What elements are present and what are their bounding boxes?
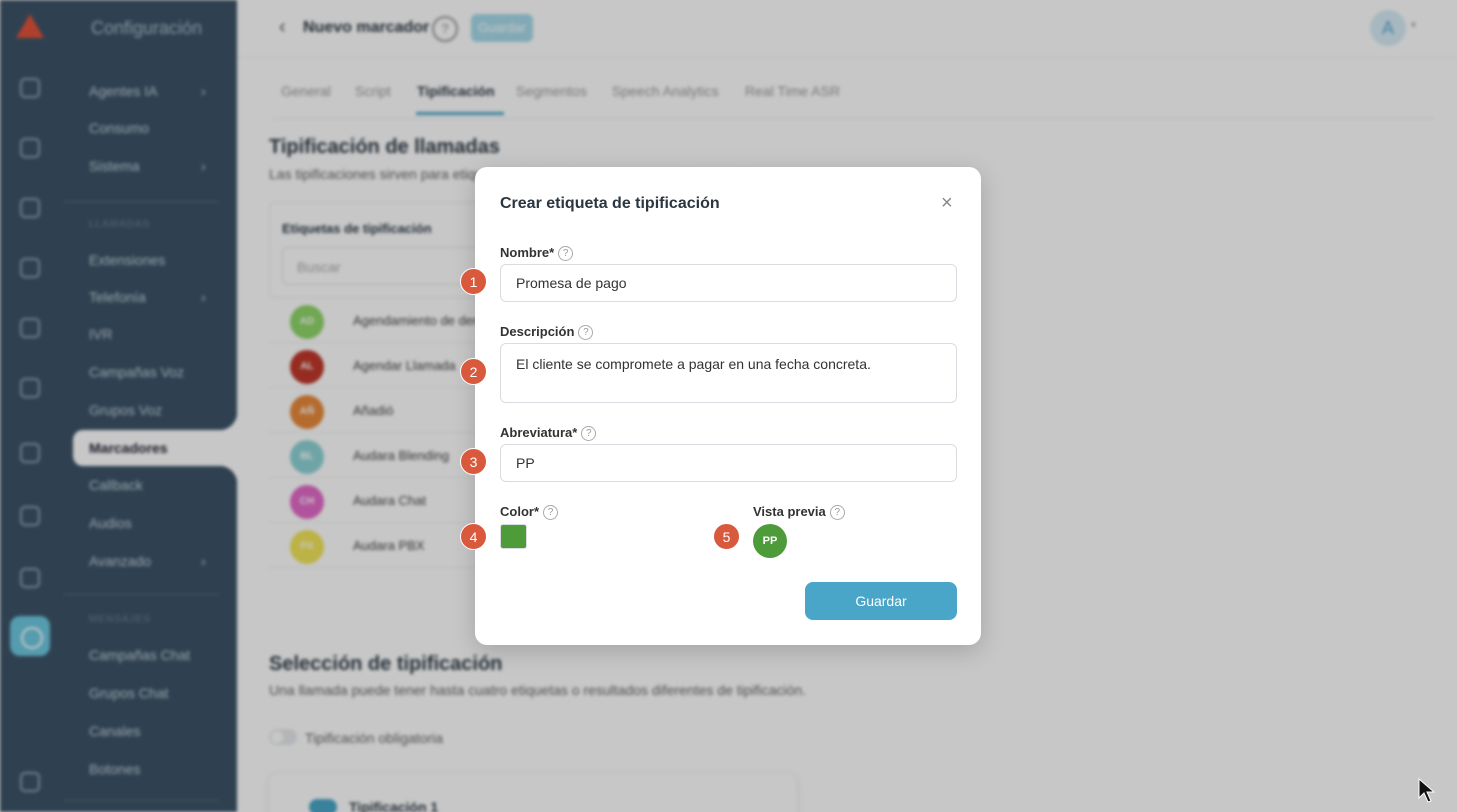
dialog-title: Crear etiqueta de tipificación: [500, 195, 720, 212]
close-icon[interactable]: ×: [941, 192, 953, 215]
help-icon[interactable]: ?: [543, 505, 558, 520]
cursor-icon: [1418, 778, 1436, 803]
step-marker-2: 2: [460, 358, 487, 385]
nombre-label: Nombre*?: [500, 245, 574, 261]
help-icon[interactable]: ?: [829, 505, 845, 520]
step-marker-1: 1: [460, 268, 487, 295]
abreviatura-input[interactable]: [500, 444, 957, 482]
descripcion-label: Descripción?: [500, 324, 594, 340]
tag-preview: PP: [753, 524, 787, 558]
step-marker-5: 5: [713, 523, 740, 550]
step-marker-3: 3: [460, 448, 487, 475]
abreviatura-label: Abreviatura*?: [500, 425, 597, 441]
create-tag-dialog: Crear etiqueta de tipificación × Nombre*…: [475, 167, 981, 645]
color-label: Color*?: [500, 504, 558, 520]
help-icon[interactable]: ?: [578, 325, 594, 340]
color-picker[interactable]: [500, 524, 527, 549]
preview-label: Vista previa?: [753, 504, 845, 520]
descripcion-textarea[interactable]: El cliente se compromete a pagar en una …: [500, 343, 957, 403]
save-button[interactable]: Guardar: [805, 582, 957, 620]
help-icon[interactable]: ?: [558, 246, 574, 261]
step-marker-4: 4: [460, 523, 487, 550]
nombre-input[interactable]: [500, 264, 957, 302]
help-icon[interactable]: ?: [581, 426, 597, 441]
